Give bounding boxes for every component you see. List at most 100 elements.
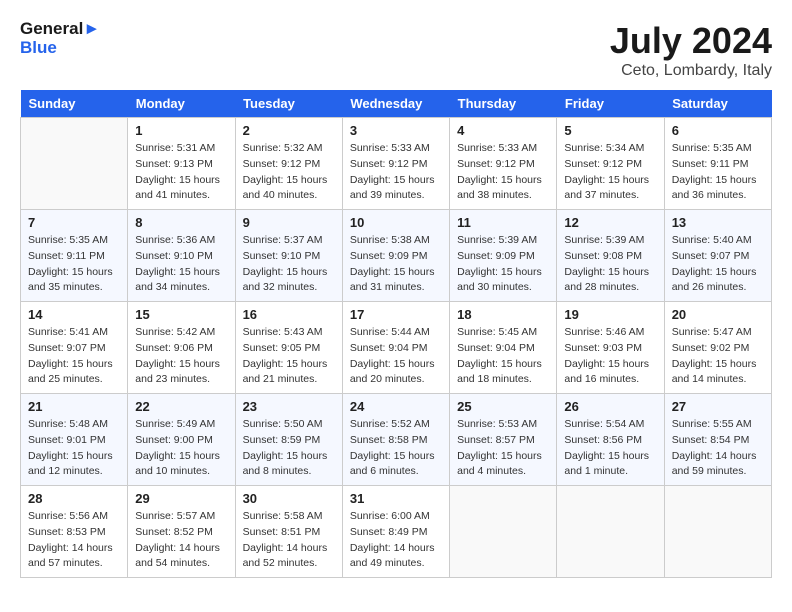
daylight-label: Daylight: 15 hours and 20 minutes. <box>350 358 435 386</box>
calendar-cell: 3 Sunrise: 5:33 AM Sunset: 9:12 PM Dayli… <box>342 118 449 210</box>
day-number: 26 <box>564 399 656 414</box>
day-number: 18 <box>457 307 549 322</box>
sunset-label: Sunset: 8:57 PM <box>457 434 535 446</box>
calendar-cell: 10 Sunrise: 5:38 AM Sunset: 9:09 PM Dayl… <box>342 210 449 302</box>
daylight-label: Daylight: 15 hours and 4 minutes. <box>457 450 542 478</box>
calendar-cell: 1 Sunrise: 5:31 AM Sunset: 9:13 PM Dayli… <box>128 118 235 210</box>
sunset-label: Sunset: 8:52 PM <box>135 526 213 538</box>
sunset-label: Sunset: 9:09 PM <box>457 250 535 262</box>
daylight-label: Daylight: 14 hours and 59 minutes. <box>672 450 757 478</box>
day-number: 22 <box>135 399 227 414</box>
daylight-label: Daylight: 15 hours and 14 minutes. <box>672 358 757 386</box>
day-info: Sunrise: 5:33 AM Sunset: 9:12 PM Dayligh… <box>350 141 442 204</box>
day-number: 21 <box>28 399 120 414</box>
calendar-cell: 14 Sunrise: 5:41 AM Sunset: 9:07 PM Dayl… <box>21 302 128 394</box>
day-info: Sunrise: 5:49 AM Sunset: 9:00 PM Dayligh… <box>135 417 227 480</box>
sunrise-label: Sunrise: 5:48 AM <box>28 418 108 430</box>
calendar-cell: 22 Sunrise: 5:49 AM Sunset: 9:00 PM Dayl… <box>128 394 235 486</box>
day-info: Sunrise: 5:34 AM Sunset: 9:12 PM Dayligh… <box>564 141 656 204</box>
sunset-label: Sunset: 9:12 PM <box>564 158 642 170</box>
sunrise-label: Sunrise: 5:40 AM <box>672 234 752 246</box>
calendar-cell: 21 Sunrise: 5:48 AM Sunset: 9:01 PM Dayl… <box>21 394 128 486</box>
calendar-header: SundayMondayTuesdayWednesdayThursdayFrid… <box>21 90 772 118</box>
calendar-cell: 17 Sunrise: 5:44 AM Sunset: 9:04 PM Dayl… <box>342 302 449 394</box>
day-number: 28 <box>28 491 120 506</box>
day-info: Sunrise: 5:45 AM Sunset: 9:04 PM Dayligh… <box>457 325 549 388</box>
sunset-label: Sunset: 9:09 PM <box>350 250 428 262</box>
day-number: 19 <box>564 307 656 322</box>
calendar-cell: 9 Sunrise: 5:37 AM Sunset: 9:10 PM Dayli… <box>235 210 342 302</box>
sunrise-label: Sunrise: 5:31 AM <box>135 142 215 154</box>
sunrise-label: Sunrise: 5:42 AM <box>135 326 215 338</box>
calendar-week-row: 7 Sunrise: 5:35 AM Sunset: 9:11 PM Dayli… <box>21 210 772 302</box>
day-info: Sunrise: 6:00 AM Sunset: 8:49 PM Dayligh… <box>350 509 442 572</box>
sunrise-label: Sunrise: 5:46 AM <box>564 326 644 338</box>
sunset-label: Sunset: 9:13 PM <box>135 158 213 170</box>
day-info: Sunrise: 5:56 AM Sunset: 8:53 PM Dayligh… <box>28 509 120 572</box>
day-info: Sunrise: 5:57 AM Sunset: 8:52 PM Dayligh… <box>135 509 227 572</box>
daylight-label: Daylight: 15 hours and 28 minutes. <box>564 266 649 294</box>
day-info: Sunrise: 5:54 AM Sunset: 8:56 PM Dayligh… <box>564 417 656 480</box>
day-number: 14 <box>28 307 120 322</box>
daylight-label: Daylight: 15 hours and 40 minutes. <box>243 174 328 202</box>
title-block: July 2024 Ceto, Lombardy, Italy <box>610 20 772 80</box>
day-info: Sunrise: 5:32 AM Sunset: 9:12 PM Dayligh… <box>243 141 335 204</box>
sunrise-label: Sunrise: 5:58 AM <box>243 510 323 522</box>
sunset-label: Sunset: 9:05 PM <box>243 342 321 354</box>
day-info: Sunrise: 5:48 AM Sunset: 9:01 PM Dayligh… <box>28 417 120 480</box>
sunrise-label: Sunrise: 5:36 AM <box>135 234 215 246</box>
daylight-label: Daylight: 15 hours and 1 minute. <box>564 450 649 478</box>
calendar-cell: 25 Sunrise: 5:53 AM Sunset: 8:57 PM Dayl… <box>450 394 557 486</box>
sunset-label: Sunset: 9:10 PM <box>135 250 213 262</box>
sunset-label: Sunset: 9:00 PM <box>135 434 213 446</box>
location-title: Ceto, Lombardy, Italy <box>610 62 772 80</box>
day-info: Sunrise: 5:52 AM Sunset: 8:58 PM Dayligh… <box>350 417 442 480</box>
daylight-label: Daylight: 15 hours and 39 minutes. <box>350 174 435 202</box>
calendar-cell: 20 Sunrise: 5:47 AM Sunset: 9:02 PM Dayl… <box>664 302 771 394</box>
sunrise-label: Sunrise: 5:56 AM <box>28 510 108 522</box>
day-number: 30 <box>243 491 335 506</box>
sunrise-label: Sunrise: 5:35 AM <box>672 142 752 154</box>
day-info: Sunrise: 5:35 AM Sunset: 9:11 PM Dayligh… <box>28 233 120 296</box>
day-number: 6 <box>672 123 764 138</box>
calendar-cell: 8 Sunrise: 5:36 AM Sunset: 9:10 PM Dayli… <box>128 210 235 302</box>
daylight-label: Daylight: 15 hours and 8 minutes. <box>243 450 328 478</box>
daylight-label: Daylight: 15 hours and 38 minutes. <box>457 174 542 202</box>
calendar-week-row: 1 Sunrise: 5:31 AM Sunset: 9:13 PM Dayli… <box>21 118 772 210</box>
day-info: Sunrise: 5:42 AM Sunset: 9:06 PM Dayligh… <box>135 325 227 388</box>
day-number: 3 <box>350 123 442 138</box>
sunset-label: Sunset: 9:11 PM <box>28 250 105 262</box>
calendar-cell: 31 Sunrise: 6:00 AM Sunset: 8:49 PM Dayl… <box>342 486 449 578</box>
day-number: 7 <box>28 215 120 230</box>
day-info: Sunrise: 5:41 AM Sunset: 9:07 PM Dayligh… <box>28 325 120 388</box>
calendar-week-row: 14 Sunrise: 5:41 AM Sunset: 9:07 PM Dayl… <box>21 302 772 394</box>
calendar-cell <box>557 486 664 578</box>
sunset-label: Sunset: 9:11 PM <box>672 158 749 170</box>
day-number: 31 <box>350 491 442 506</box>
daylight-label: Daylight: 15 hours and 37 minutes. <box>564 174 649 202</box>
weekday-header: Saturday <box>664 90 771 118</box>
sunset-label: Sunset: 9:10 PM <box>243 250 321 262</box>
weekday-header: Sunday <box>21 90 128 118</box>
calendar-cell: 24 Sunrise: 5:52 AM Sunset: 8:58 PM Dayl… <box>342 394 449 486</box>
day-info: Sunrise: 5:31 AM Sunset: 9:13 PM Dayligh… <box>135 141 227 204</box>
day-number: 4 <box>457 123 549 138</box>
calendar-cell: 18 Sunrise: 5:45 AM Sunset: 9:04 PM Dayl… <box>450 302 557 394</box>
sunrise-label: Sunrise: 5:43 AM <box>243 326 323 338</box>
day-info: Sunrise: 5:53 AM Sunset: 8:57 PM Dayligh… <box>457 417 549 480</box>
calendar-cell: 30 Sunrise: 5:58 AM Sunset: 8:51 PM Dayl… <box>235 486 342 578</box>
day-number: 8 <box>135 215 227 230</box>
daylight-label: Daylight: 15 hours and 6 minutes. <box>350 450 435 478</box>
sunrise-label: Sunrise: 5:55 AM <box>672 418 752 430</box>
sunrise-label: Sunrise: 5:49 AM <box>135 418 215 430</box>
page-header: General► Blue July 2024 Ceto, Lombardy, … <box>20 20 772 80</box>
calendar-cell <box>21 118 128 210</box>
day-info: Sunrise: 5:36 AM Sunset: 9:10 PM Dayligh… <box>135 233 227 296</box>
day-info: Sunrise: 5:40 AM Sunset: 9:07 PM Dayligh… <box>672 233 764 296</box>
calendar-cell: 16 Sunrise: 5:43 AM Sunset: 9:05 PM Dayl… <box>235 302 342 394</box>
day-number: 12 <box>564 215 656 230</box>
daylight-label: Daylight: 15 hours and 18 minutes. <box>457 358 542 386</box>
sunrise-label: Sunrise: 5:33 AM <box>350 142 430 154</box>
sunrise-label: Sunrise: 5:33 AM <box>457 142 537 154</box>
sunrise-label: Sunrise: 5:38 AM <box>350 234 430 246</box>
